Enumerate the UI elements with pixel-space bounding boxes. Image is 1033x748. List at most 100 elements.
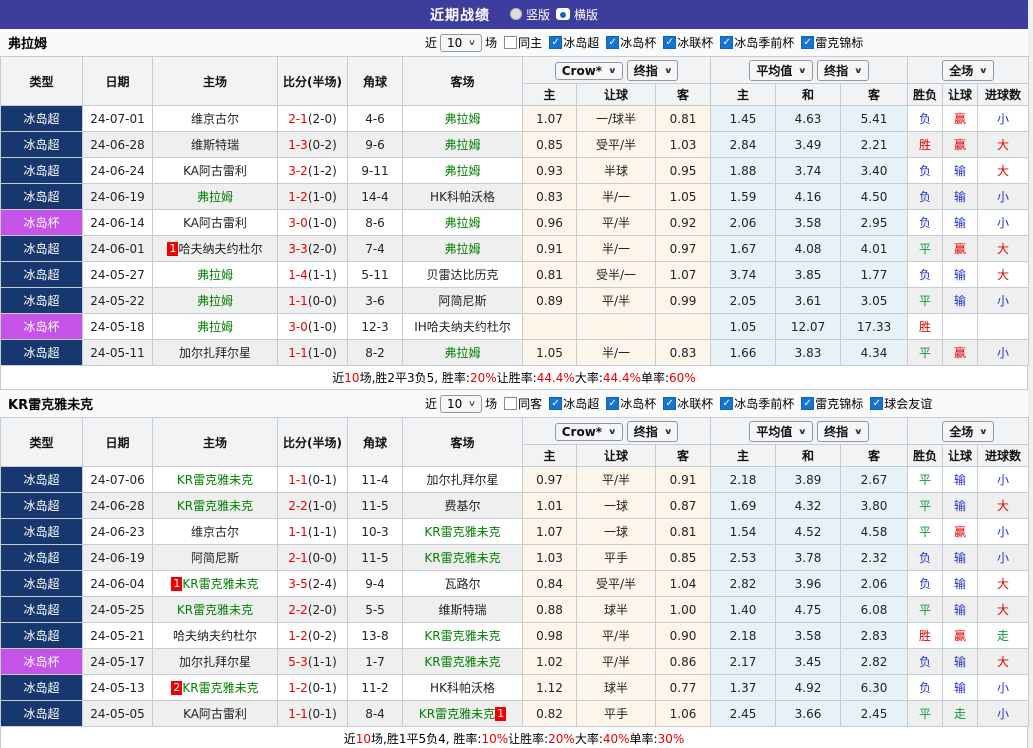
away-team-cell[interactable]: 弗拉姆 xyxy=(402,209,523,236)
fulltime-select[interactable]: 全场 ∨ xyxy=(942,59,994,81)
home-team-cell[interactable]: 弗拉姆 xyxy=(152,287,278,314)
result-handicap: 赢 xyxy=(942,518,979,545)
home-team-cell[interactable]: KR雷克雅未克 xyxy=(152,466,278,493)
league-checkbox-0[interactable]: ✓ 冰岛超 xyxy=(549,34,599,51)
home-team-cell[interactable]: 阿简尼斯 xyxy=(152,544,278,571)
score-cell[interactable]: 5-3(1-1) xyxy=(277,648,348,675)
score-cell[interactable]: 2-2(1-0) xyxy=(277,492,348,519)
home-team-cell[interactable]: 加尔扎拜尔星 xyxy=(152,339,278,366)
home-team-cell[interactable]: 维斯特瑞 xyxy=(152,131,278,158)
away-team-cell[interactable]: 贝雷达比历克 xyxy=(402,261,523,288)
home-team-cell[interactable]: KA阿古雷利 xyxy=(152,700,278,727)
bookmaker-select[interactable]: Crow* ∨ xyxy=(554,61,623,80)
sub-header-avg-2: 客 xyxy=(840,444,909,467)
average-select[interactable]: 平均值 ∨ xyxy=(749,59,813,81)
league-checkbox-2[interactable]: ✓ 冰联杯 xyxy=(663,34,713,51)
league-checkbox-1[interactable]: ✓ 冰岛杯 xyxy=(606,34,656,51)
away-team-cell[interactable]: 加尔扎拜尔星 xyxy=(402,466,523,493)
away-team-cell[interactable]: KR雷克雅未克 1 xyxy=(402,700,523,727)
final-index-select-b[interactable]: 终指 ∨ xyxy=(817,420,869,442)
home-team-cell[interactable]: 1 KR雷克雅未克 xyxy=(152,570,278,597)
home-team-cell[interactable]: KR雷克雅未克 xyxy=(152,596,278,623)
away-team-cell[interactable]: IH哈夫纳夫约杜尔 xyxy=(402,313,523,340)
away-team-cell[interactable]: 弗拉姆 xyxy=(402,105,523,132)
score-cell[interactable]: 3-0(1-0) xyxy=(277,209,348,236)
games-count-select[interactable]: 10 ∨ xyxy=(440,394,483,413)
league-type-cell: 冰岛超 xyxy=(0,131,83,158)
final-index-select-b[interactable]: 终指 ∨ xyxy=(817,59,869,81)
league-checkbox-2[interactable]: ✓ 冰联杯 xyxy=(663,395,713,412)
score-cell[interactable]: 3-0(1-0) xyxy=(277,313,348,340)
home-team-cell[interactable]: 维京古尔 xyxy=(152,105,278,132)
away-team-cell[interactable]: 弗拉姆 xyxy=(402,131,523,158)
score-cell[interactable]: 1-1(0-1) xyxy=(277,700,348,727)
near-label: 近 xyxy=(425,36,438,50)
home-team-cell[interactable]: 弗拉姆 xyxy=(152,313,278,340)
result-goals: 小 xyxy=(977,674,1030,701)
away-team-cell[interactable]: KR雷克雅未克 xyxy=(402,622,523,649)
away-team-cell[interactable]: 费基尔 xyxy=(402,492,523,519)
fulltime-select-value: 全场 xyxy=(949,424,974,439)
home-team-cell[interactable]: 哈夫纳夫约杜尔 xyxy=(152,622,278,649)
result-winloss: 负 xyxy=(907,183,944,210)
score-cell[interactable]: 1-1(0-1) xyxy=(277,466,348,493)
score-cell[interactable]: 2-1(2-0) xyxy=(277,105,348,132)
fulltime-select[interactable]: 全场 ∨ xyxy=(942,420,994,442)
final-index-select-a[interactable]: 终指 ∨ xyxy=(626,59,679,81)
final-index-select-a[interactable]: 终指 ∨ xyxy=(626,420,679,442)
near-label: 近 xyxy=(425,397,438,411)
score-cell[interactable]: 1-1(0-0) xyxy=(277,287,348,314)
away-team-cell[interactable]: KR雷克雅未克 xyxy=(402,648,523,675)
games-count-select[interactable]: 10 ∨ xyxy=(440,33,483,52)
same-venue-checkbox[interactable]: 同客 xyxy=(504,395,542,412)
score-cell[interactable]: 1-2(0-2) xyxy=(277,622,348,649)
score-cell[interactable]: 3-3(2-0) xyxy=(277,235,348,262)
score-cell[interactable]: 3-5(2-4) xyxy=(277,570,348,597)
score-cell[interactable]: 3-2(1-2) xyxy=(277,157,348,184)
score-cell[interactable]: 1-1(1-1) xyxy=(277,518,348,545)
league-checkbox-3[interactable]: ✓ 冰岛季前杯 xyxy=(720,395,794,412)
league-checkbox-0[interactable]: ✓ 冰岛超 xyxy=(549,395,599,412)
home-team-name: 弗拉姆 xyxy=(196,268,233,282)
league-checkbox-4[interactable]: ✓ 雷克锦标 xyxy=(801,395,863,412)
away-team-cell[interactable]: 弗拉姆 xyxy=(402,339,523,366)
league-checkbox-1[interactable]: ✓ 冰岛杯 xyxy=(606,395,656,412)
layout-radio-horizontal[interactable]: 横版 xyxy=(556,6,598,23)
away-team-cell[interactable]: HK科帕沃格 xyxy=(402,674,523,701)
home-team-cell[interactable]: KA阿古雷利 xyxy=(152,157,278,184)
away-team-cell[interactable]: 维斯特瑞 xyxy=(402,596,523,623)
away-team-cell[interactable]: 弗拉姆 xyxy=(402,157,523,184)
home-team-cell[interactable]: 1 哈夫纳夫约杜尔 xyxy=(152,235,278,262)
score-cell[interactable]: 1-2(1-0) xyxy=(277,183,348,210)
avg-away: 6.08 xyxy=(840,596,909,623)
home-team-cell[interactable]: KR雷克雅未克 xyxy=(152,492,278,519)
score-cell[interactable]: 2-1(0-0) xyxy=(277,544,348,571)
score-cell[interactable]: 1-1(1-0) xyxy=(277,339,348,366)
home-team-cell[interactable]: 弗拉姆 xyxy=(152,261,278,288)
league-checkbox-3[interactable]: ✓ 冰岛季前杯 xyxy=(720,34,794,51)
score-cell[interactable]: 2-2(2-0) xyxy=(277,596,348,623)
home-team-cell[interactable]: 加尔扎拜尔星 xyxy=(152,648,278,675)
away-team-cell[interactable]: 弗拉姆 xyxy=(402,235,523,262)
odds-home: 0.97 xyxy=(522,466,577,493)
same-venue-checkbox[interactable]: 同主 xyxy=(504,34,542,51)
away-team-cell[interactable]: 瓦路尔 xyxy=(402,570,523,597)
layout-radio-vertical[interactable]: 竖版 xyxy=(509,6,550,23)
away-team-cell[interactable]: KR雷克雅未克 xyxy=(402,518,523,545)
average-select[interactable]: 平均值 ∨ xyxy=(749,420,813,442)
score-cell[interactable]: 1-2(0-1) xyxy=(277,674,348,701)
away-team-cell[interactable]: KR雷克雅未克 xyxy=(402,544,523,571)
sub-header-avg-0: 主 xyxy=(710,83,777,106)
bookmaker-select[interactable]: Crow* ∨ xyxy=(554,422,623,441)
league-checkbox-5[interactable]: ✓ 球会友谊 xyxy=(870,395,932,412)
away-team-cell[interactable]: 阿简尼斯 xyxy=(402,287,523,314)
sub-header-result-2: 进球数 xyxy=(977,83,1030,106)
away-team-cell[interactable]: HK科帕沃格 xyxy=(402,183,523,210)
league-checkbox-4[interactable]: ✓ 雷克锦标 xyxy=(801,34,863,51)
home-team-cell[interactable]: 弗拉姆 xyxy=(152,183,278,210)
home-team-cell[interactable]: KA阿古雷利 xyxy=(152,209,278,236)
home-team-cell[interactable]: 2 KR雷克雅未克 xyxy=(152,674,278,701)
score-cell[interactable]: 1-4(1-1) xyxy=(277,261,348,288)
home-team-cell[interactable]: 维京古尔 xyxy=(152,518,278,545)
score-cell[interactable]: 1-3(0-2) xyxy=(277,131,348,158)
